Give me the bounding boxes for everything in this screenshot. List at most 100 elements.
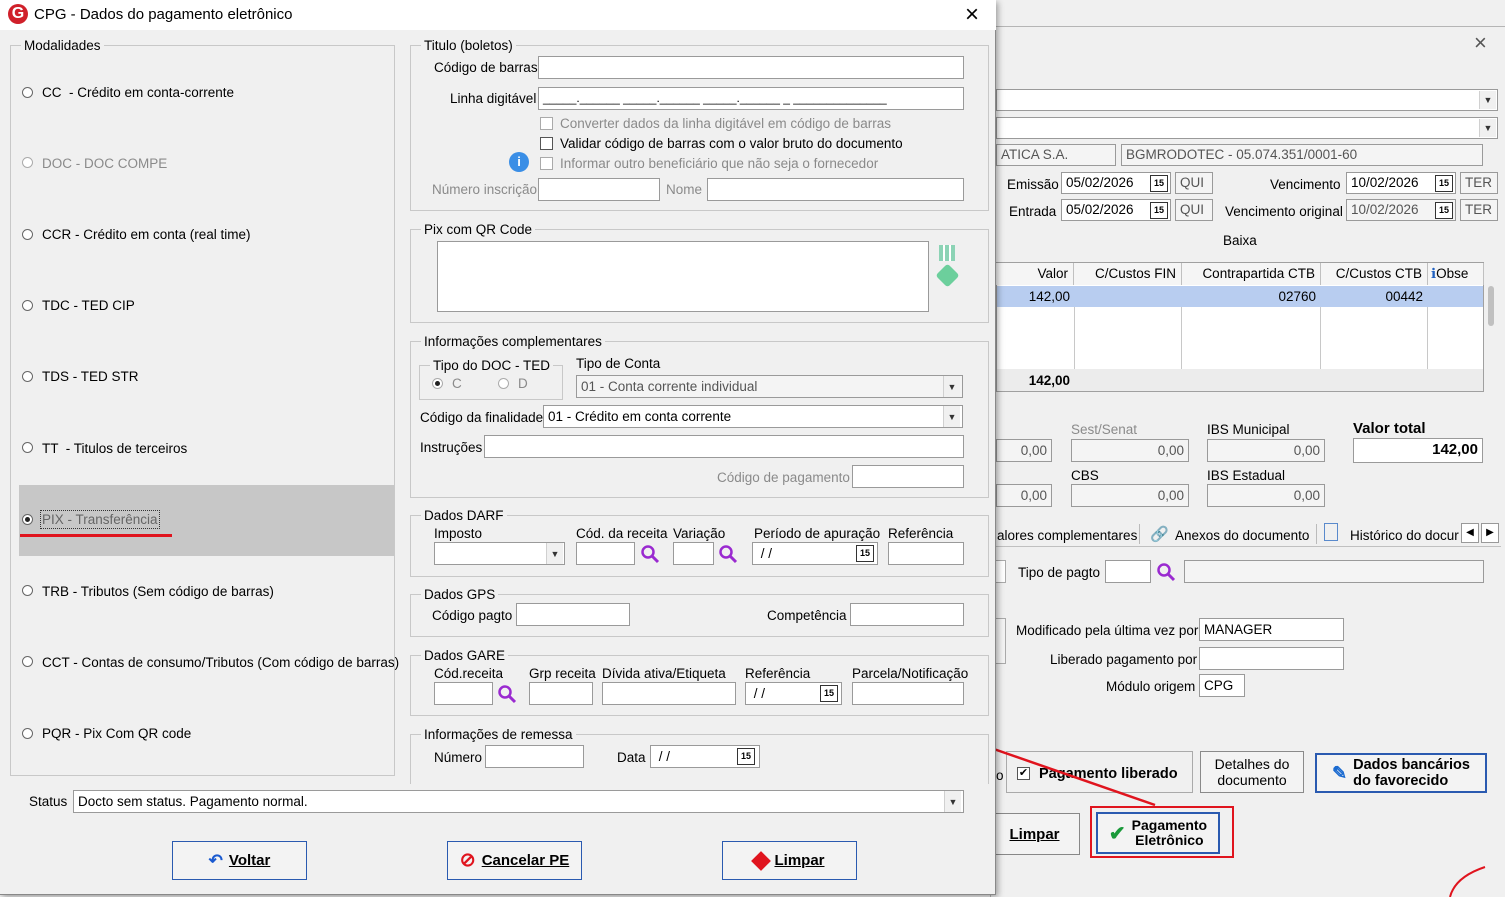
modalidade-ccr-label[interactable]: CCR - Crédito em conta (real time) [42,226,251,243]
grid-header-obse[interactable]: ℹObse [1428,263,1484,285]
grid-header-contrapartida[interactable]: Contrapartida CTB [1182,263,1321,285]
informar-checkbox[interactable] [540,157,553,170]
tab-scroll-left-button[interactable]: ◀ [1461,523,1479,543]
cancelar-pe-button[interactable]: ⊘ Cancelar PE [447,841,582,880]
modalidade-cc-label[interactable]: CC - Crédito em conta-corrente [42,84,234,101]
limpar-button[interactable]: Limpar [722,841,857,880]
radio-tipo-d[interactable] [498,378,509,389]
modalidade-cct-label[interactable]: CCT - Contas de consumo/Tributos (Com có… [42,654,399,671]
modalidade-pix-label[interactable]: PIX - Transferência [40,510,160,529]
grid-header-ccustos-fin[interactable]: C/Custos FIN [1074,263,1182,285]
voltar-button[interactable]: ↶ Voltar [172,841,307,880]
modulo-label: Módulo origem [1106,679,1196,694]
codigo-barras-input[interactable] [538,56,964,79]
radio-cct[interactable] [22,656,33,667]
status-dropdown-icon[interactable]: ▼ [944,791,961,812]
periodo-label: Período de apuração [754,526,881,541]
grid-header-ccustos-ctb[interactable]: C/Custos CTB [1321,263,1428,285]
remessa-numero-input[interactable] [485,745,584,768]
validar-checkbox[interactable] [540,137,553,150]
background-close-button[interactable]: × [1474,30,1487,56]
pagamento-eletronico-button[interactable]: ✔ Pagamento Eletrônico [1096,812,1220,854]
cod-receita-input[interactable] [576,542,635,565]
grid-header-valor[interactable]: Valor [996,263,1074,285]
grid-scrollbar[interactable] [1488,286,1494,326]
cod-receita-search-icon[interactable] [640,544,660,564]
pix-qr-textarea[interactable] [437,241,929,312]
gare-cod-receita-search-icon[interactable] [497,684,517,704]
qr-code-icon[interactable] [939,245,955,261]
dados-bancarios-button[interactable]: ✎ Dados bancários do favorecido [1315,753,1487,793]
imposto-dropdown-icon[interactable]: ▼ [546,543,563,564]
baixa-label: Baixa [1223,233,1257,248]
nome-label: Nome [666,182,703,197]
parcela-input[interactable] [852,682,964,705]
converter-checkbox[interactable] [540,117,553,130]
tipo-pagto-field[interactable] [1105,560,1151,583]
radio-ccr[interactable] [22,229,33,240]
radio-tt[interactable] [22,442,33,453]
background-limpar-button[interactable]: Limpar [990,813,1080,855]
variacao-search-icon[interactable] [718,544,738,564]
finalidade-select[interactable]: 01 - Crédito em conta corrente [543,405,963,428]
gare-referencia-label: Referência [745,666,811,681]
instrucoes-input[interactable] [484,435,964,458]
modalidade-doc-label[interactable]: DOC - DOC COMPE [42,155,167,172]
dialog-close-button[interactable]: × [965,1,979,29]
codigo-pagto-input[interactable] [516,603,630,626]
tipo-pagto-search-icon[interactable] [1156,562,1176,582]
detalhes-documento-button[interactable]: Detalhes do documento [1200,751,1304,793]
darf-referencia-label: Referência [888,526,954,541]
tab-anexos[interactable]: Anexos do documento [1175,527,1309,544]
radio-tdc[interactable] [22,300,33,311]
radio-pix[interactable] [22,514,33,525]
eraser-icon [751,850,772,871]
ibs-municipal-field: 0,00 [1207,439,1325,462]
modalidade-pqr-label[interactable]: PQR - Pix Com QR code [42,725,191,742]
modalidade-trb-label[interactable]: TRB - Tributos (Sem código de barras) [42,583,274,600]
darf-referencia-input[interactable] [888,542,964,565]
pagamento-eletronico-line-1: Pagamento [1131,817,1208,833]
variacao-input[interactable] [673,542,714,565]
tab-valores-complementares[interactable]: alores complementares [997,527,1137,544]
tipo-conta-select[interactable]: 01 - Conta corrente individual [576,375,963,398]
tab-scroll-right-button[interactable]: ▶ [1481,523,1499,543]
annotation-curve [1449,866,1486,897]
radio-tipo-d-label: D [518,376,528,391]
periodo-calendar-icon[interactable]: 15 [856,545,874,562]
tipo-conta-dropdown-icon[interactable]: ▼ [943,376,960,397]
radio-doc[interactable] [22,157,33,168]
gare-cod-receita-input[interactable] [434,682,493,705]
competencia-input[interactable] [850,603,964,626]
tipo-pagto-label: Tipo de pagto [1018,565,1101,580]
radio-tds[interactable] [22,371,33,382]
emissao-calendar-icon[interactable]: 15 [1150,175,1168,192]
tab-historico[interactable]: Histórico do docur [1350,527,1460,544]
numero-inscricao-input[interactable] [538,178,660,201]
grid-cell-valor: 142,00 [1028,289,1070,304]
radio-pqr[interactable] [22,728,33,739]
modalidade-tds-label[interactable]: TDS - TED STR [42,368,139,385]
modalidade-tt-label[interactable]: TT - Titulos de terceiros [42,440,187,457]
info-icon[interactable]: i [509,152,529,172]
remessa-data-calendar-icon[interactable]: 15 [737,748,755,765]
finalidade-dropdown-icon[interactable]: ▼ [943,406,960,427]
grp-receita-input[interactable] [529,682,593,705]
nome-input[interactable] [707,178,964,201]
modalidade-tdc-label[interactable]: TDC - TED CIP [42,297,135,314]
background-combo-1[interactable]: ▼ [996,89,1498,111]
radio-trb[interactable] [22,585,33,596]
entrada-calendar-icon[interactable]: 15 [1150,202,1168,219]
codigo-pagamento-input[interactable] [852,465,964,488]
vencimento-calendar-icon[interactable]: 15 [1435,175,1453,192]
gare-referencia-calendar-icon[interactable]: 15 [820,685,838,702]
venc-original-calendar-icon[interactable]: 15 [1435,202,1453,219]
radio-tipo-c[interactable] [432,378,443,389]
radio-cc[interactable] [22,87,33,98]
codigo-barras-label: Código de barras [434,60,538,75]
background-combo-2[interactable]: ▼ [996,117,1498,139]
tab-sep-2 [1316,524,1317,544]
status-select[interactable]: Docto sem status. Pagamento normal. [73,790,964,813]
divida-input[interactable] [602,682,736,705]
linha-digitavel-input[interactable]: _____.______ _____.______ _____.______ _… [538,87,964,110]
